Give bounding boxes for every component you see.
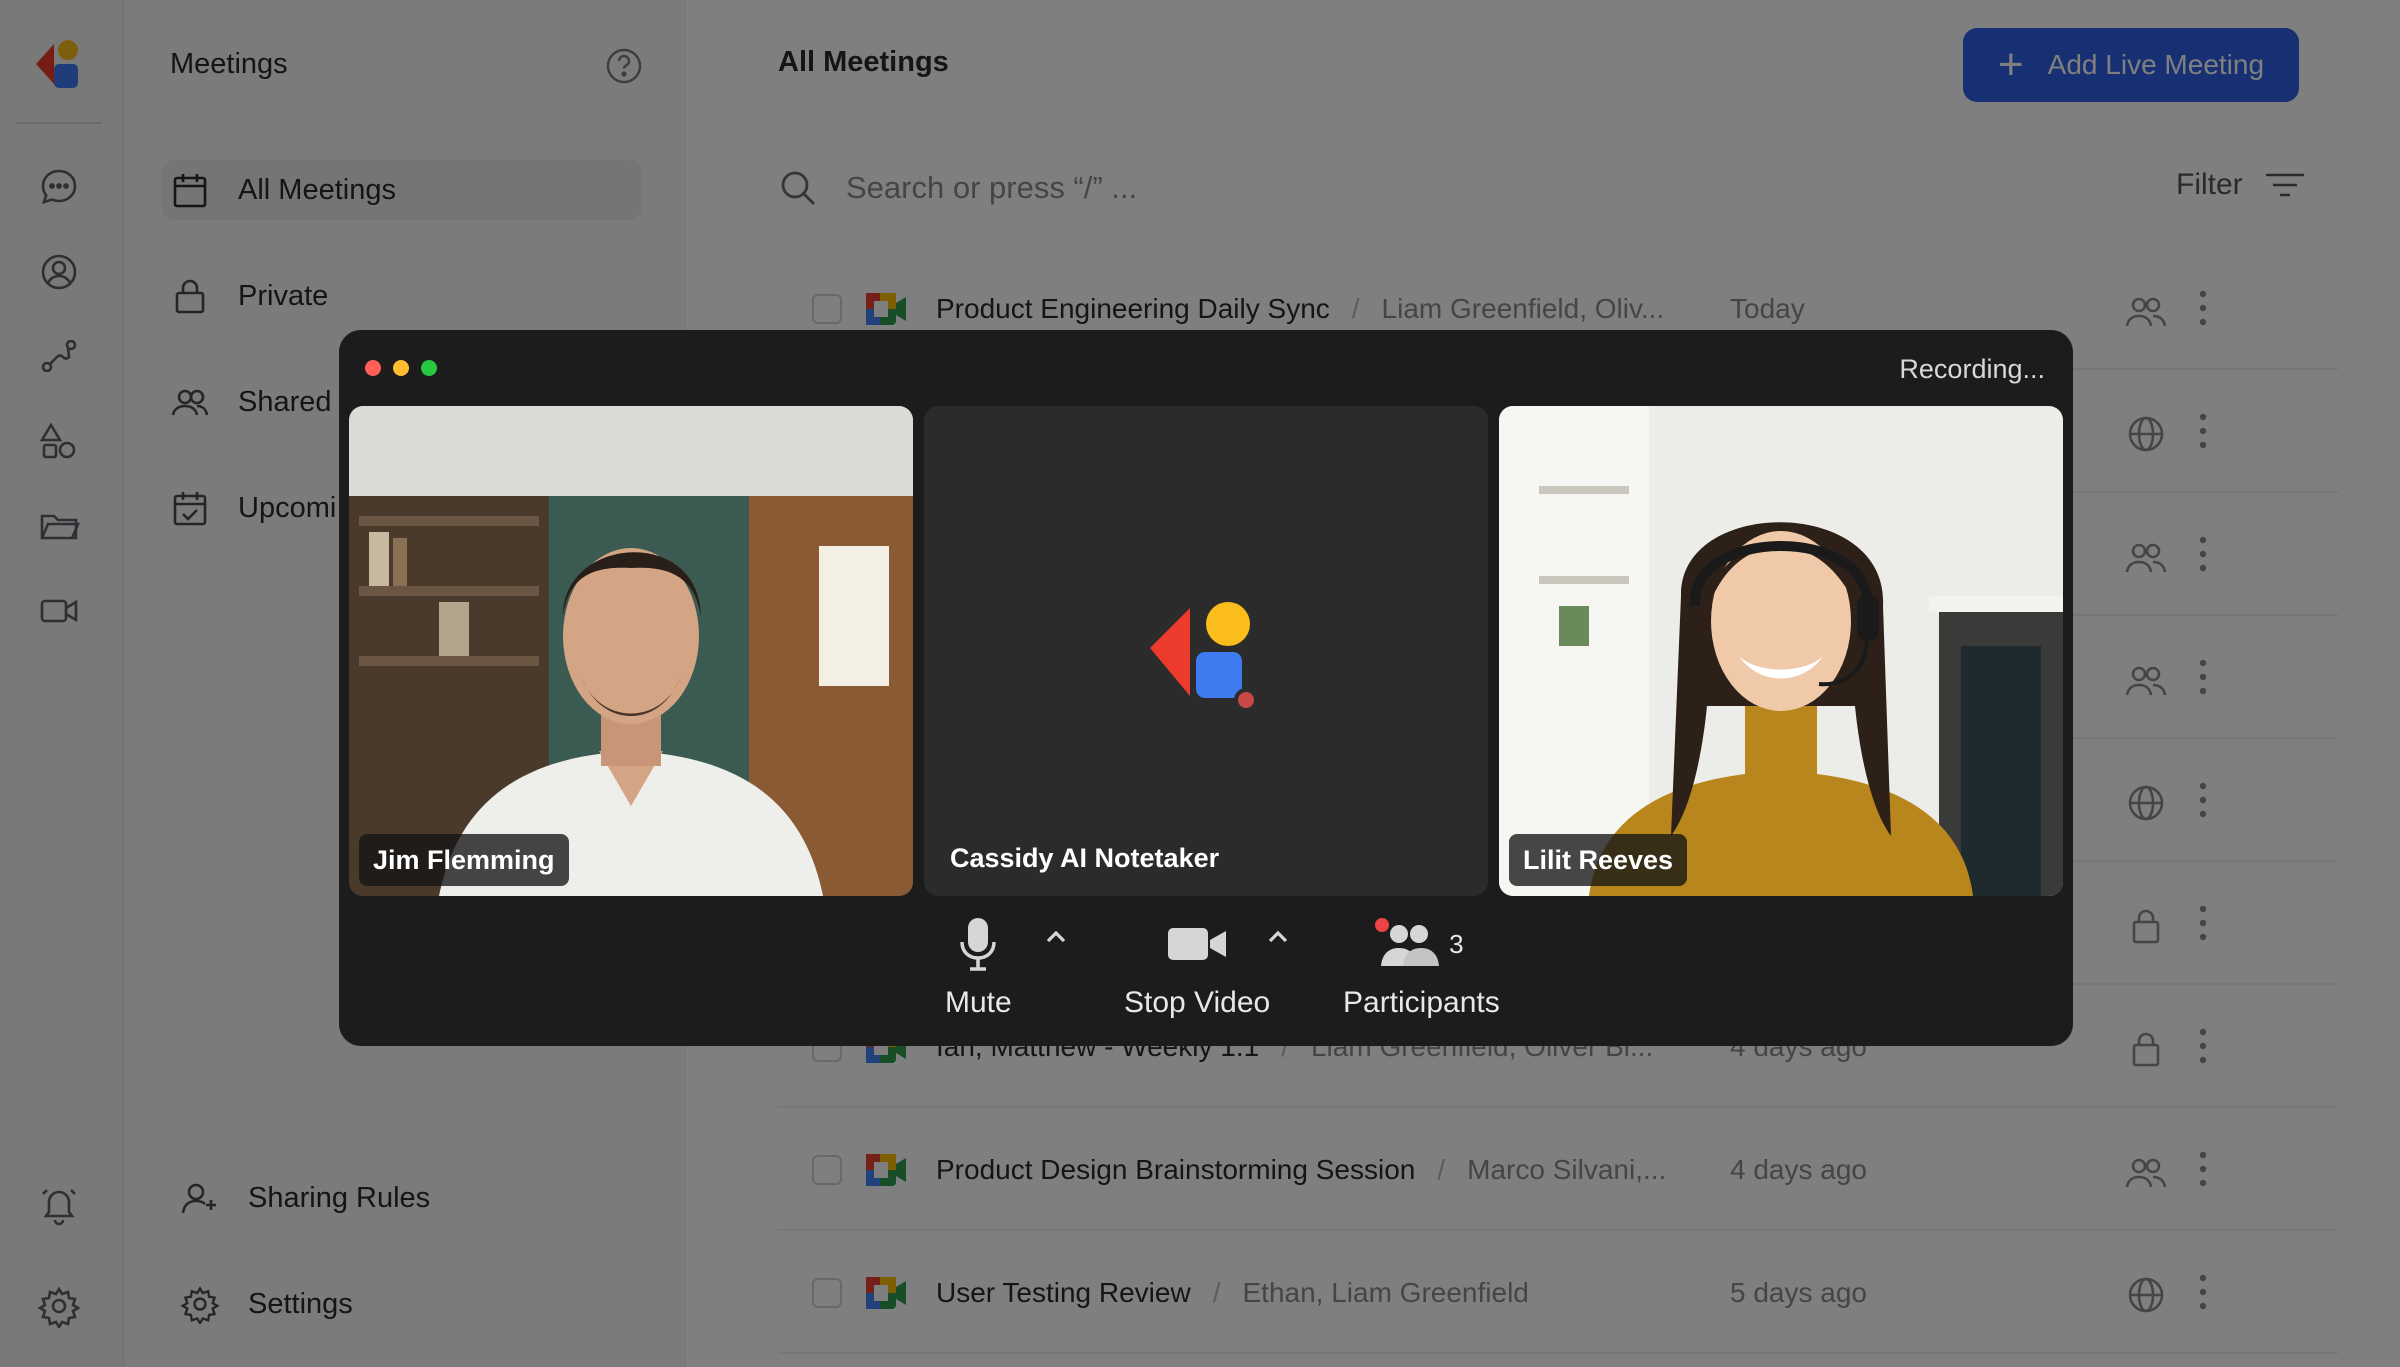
participant-tile-lilit[interactable]: Lilit Reeves	[1499, 406, 2063, 896]
participants-button[interactable]: 3 Participants	[1343, 916, 1500, 1020]
recording-status: Recording...	[1899, 354, 2045, 384]
participant-tile-notetaker[interactable]: Cassidy AI Notetaker	[924, 406, 1488, 896]
participants-icon-group: 3	[1375, 916, 1464, 972]
microphone-icon	[960, 918, 997, 971]
participant-tile-jim[interactable]: Jim Flemming	[349, 406, 913, 896]
participant-count: 3	[1449, 928, 1464, 959]
stop-video-label: Stop Video	[1124, 986, 1271, 1019]
window-maximize-button[interactable]	[421, 360, 437, 376]
mute-options-chevron-up-icon[interactable]	[1043, 926, 1069, 946]
mute-label: Mute	[945, 986, 1012, 1019]
participant-name: Cassidy AI Notetaker	[950, 843, 1220, 873]
participant-video-jim	[349, 406, 913, 896]
stop-video-button[interactable]: Stop Video	[1124, 916, 1270, 1020]
window-minimize-button[interactable]	[393, 360, 409, 376]
window-close-button[interactable]	[365, 360, 381, 376]
video-options-chevron-up-icon[interactable]	[1265, 926, 1291, 946]
participant-name: Jim Flemming	[359, 834, 569, 886]
window-controls	[365, 360, 449, 376]
participant-name: Lilit Reeves	[1509, 834, 1688, 886]
mute-button[interactable]: Mute	[945, 916, 1012, 1020]
participant-video-lilit	[1499, 406, 2063, 896]
notetaker-logo-icon	[1150, 602, 1258, 712]
participants-label: Participants	[1343, 986, 1500, 1019]
camera-icon	[1168, 928, 1227, 960]
live-meeting-window: Recording... Jim Flemming Cassidy AI Not…	[339, 330, 2073, 1046]
